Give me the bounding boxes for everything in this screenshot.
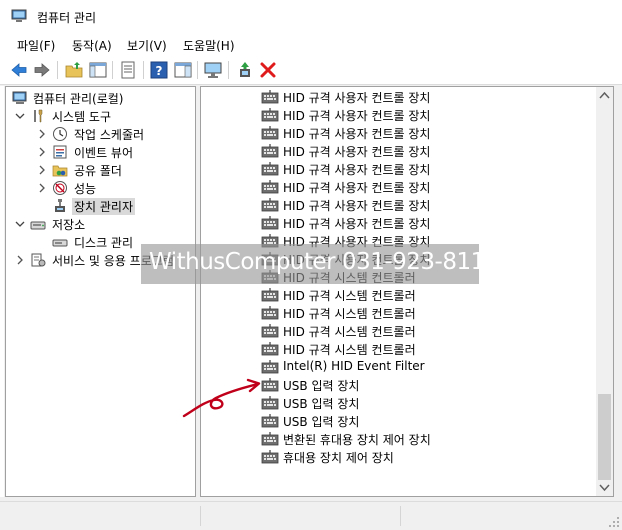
computer-management-icon: [12, 91, 27, 104]
title-bar: 컴퓨터 관리: [0, 0, 622, 32]
hid-device-icon: [261, 162, 279, 176]
chevron-down-icon[interactable]: [14, 110, 26, 122]
shared-folder-icon: [52, 165, 68, 177]
console-tree-icon[interactable]: [88, 60, 108, 80]
hid-device-icon: [261, 342, 279, 356]
status-cell: [400, 506, 601, 526]
status-bar: [0, 501, 622, 530]
device-label: 휴대용 장치 제어 장치: [283, 451, 394, 465]
scrollbar-thumb[interactable]: [598, 394, 611, 480]
properties-icon[interactable]: [118, 60, 138, 80]
uninstall-icon[interactable]: [258, 60, 278, 80]
tree-label-performance: 성능: [74, 182, 97, 196]
services-icon: [31, 253, 46, 267]
device-label: HID 규격 시스템 컨트롤러: [283, 307, 416, 321]
tree-label-root: 컴퓨터 관리(로컬): [33, 92, 124, 106]
watermark-text: WithusComputer 031-923-8119: [149, 249, 499, 275]
tree-label-device-manager: 장치 관리자: [72, 198, 136, 215]
device-label: HID 규격 시스템 컨트롤러: [283, 289, 416, 303]
tree-label-task-scheduler: 작업 스케줄러: [74, 128, 145, 142]
window-border-strip: [0, 86, 4, 497]
console-tree-pane[interactable]: 컴퓨터 관리(로컬) 시스템 도구 작업 스케줄러 이벤트 뷰어 공유 폴더 성…: [5, 86, 196, 497]
toolbar-separator: [143, 61, 144, 79]
tools-icon: [34, 109, 43, 123]
menu-action[interactable]: 동작(A): [72, 37, 112, 54]
hid-device-icon: [261, 216, 279, 230]
resize-grip-icon[interactable]: [608, 516, 620, 528]
up-folder-icon[interactable]: [64, 60, 84, 80]
hid-device-icon: [261, 306, 279, 320]
device-label: Intel(R) HID Event Filter: [283, 359, 425, 373]
chevron-down-icon[interactable]: [14, 218, 26, 230]
device-label: HID 규격 사용자 컨트롤 장치: [283, 181, 431, 195]
device-label: 변환된 휴대용 장치 제어 장치: [283, 433, 431, 447]
device-label: HID 규격 사용자 컨트롤 장치: [283, 199, 431, 213]
event-viewer-icon: [53, 145, 67, 159]
hid-device-icon: [261, 180, 279, 194]
tree-label-system-tools: 시스템 도구: [52, 110, 112, 124]
svg-text:?: ?: [156, 64, 163, 78]
menu-view[interactable]: 보기(V): [127, 37, 167, 54]
disk-icon: [52, 239, 68, 247]
menu-help[interactable]: 도움말(H): [183, 37, 235, 54]
window-title: 컴퓨터 관리: [37, 11, 97, 25]
tree-label-storage: 저장소: [52, 218, 86, 232]
menu-file[interactable]: 파일(F): [17, 37, 55, 54]
hid-device-icon: [261, 144, 279, 158]
hid-device-icon: [261, 90, 279, 104]
tree-label-disk-management: 디스크 관리: [74, 236, 134, 250]
hid-device-icon: [261, 198, 279, 212]
update-driver-icon[interactable]: [235, 60, 255, 80]
device-label: HID 규격 사용자 컨트롤 장치: [283, 145, 431, 159]
vertical-scrollbar[interactable]: [596, 87, 613, 496]
status-cell: [200, 506, 401, 526]
toolbar-separator: [197, 61, 198, 79]
toolbar-separator: [57, 61, 58, 79]
forward-icon[interactable]: [32, 60, 52, 80]
hid-device-icon: [261, 450, 279, 464]
storage-icon: [30, 221, 46, 230]
chevron-right-icon[interactable]: [36, 146, 48, 158]
toolbar: ?: [0, 56, 622, 85]
computer-management-icon: [11, 9, 27, 22]
clock-icon: [53, 127, 67, 141]
device-label: HID 규격 사용자 컨트롤 장치: [283, 217, 431, 231]
device-manager-icon: [55, 199, 65, 212]
tree-label-shared-folders: 공유 폴더: [74, 164, 122, 178]
device-label: USB 입력 장치: [283, 379, 360, 393]
menu-bar: 파일(F) 동작(A) 보기(V) 도움말(H): [0, 32, 622, 56]
device-label: HID 규격 사용자 컨트롤 장치: [283, 109, 431, 123]
tree-label-event-viewer: 이벤트 뷰어: [74, 146, 134, 160]
device-label: HID 규격 사용자 컨트롤 장치: [283, 127, 431, 141]
annotation-arrow-icon: [182, 378, 261, 418]
device-list-pane[interactable]: HID 규격 사용자 컨트롤 장치 HID 규격 사용자 컨트롤 장치 HID 규격…: [200, 86, 614, 497]
performance-icon: [53, 181, 67, 195]
device-label: HID 규격 시스템 컨트롤러: [283, 325, 416, 339]
device-label: HID 규격 사용자 컨트롤 장치: [283, 91, 431, 105]
scroll-up-icon[interactable]: [596, 87, 613, 104]
toolbar-separator: [112, 61, 113, 79]
chevron-right-icon[interactable]: [36, 164, 48, 176]
chevron-right-icon[interactable]: [36, 128, 48, 140]
device-label: USB 입력 장치: [283, 397, 360, 411]
hid-device-icon: [261, 126, 279, 140]
monitor-icon[interactable]: [203, 60, 223, 80]
chevron-right-icon[interactable]: [36, 182, 48, 194]
toolbar-separator: [228, 61, 229, 79]
chevron-right-icon[interactable]: [14, 254, 26, 266]
hid-device-icon: [261, 108, 279, 122]
watermark: WithusComputer 031-923-8119: [141, 244, 499, 284]
back-icon[interactable]: [9, 60, 29, 80]
action-pane-icon[interactable]: [173, 60, 193, 80]
device-label: HID 규격 사용자 컨트롤 장치: [283, 163, 431, 177]
device-label: HID 규격 시스템 컨트롤러: [283, 343, 416, 357]
help-icon[interactable]: ?: [149, 60, 169, 80]
hid-device-icon: [261, 288, 279, 302]
hid-device-icon: [261, 432, 279, 446]
scroll-down-icon[interactable]: [596, 479, 613, 496]
device-label: USB 입력 장치: [283, 415, 360, 429]
hid-device-icon: [261, 324, 279, 338]
